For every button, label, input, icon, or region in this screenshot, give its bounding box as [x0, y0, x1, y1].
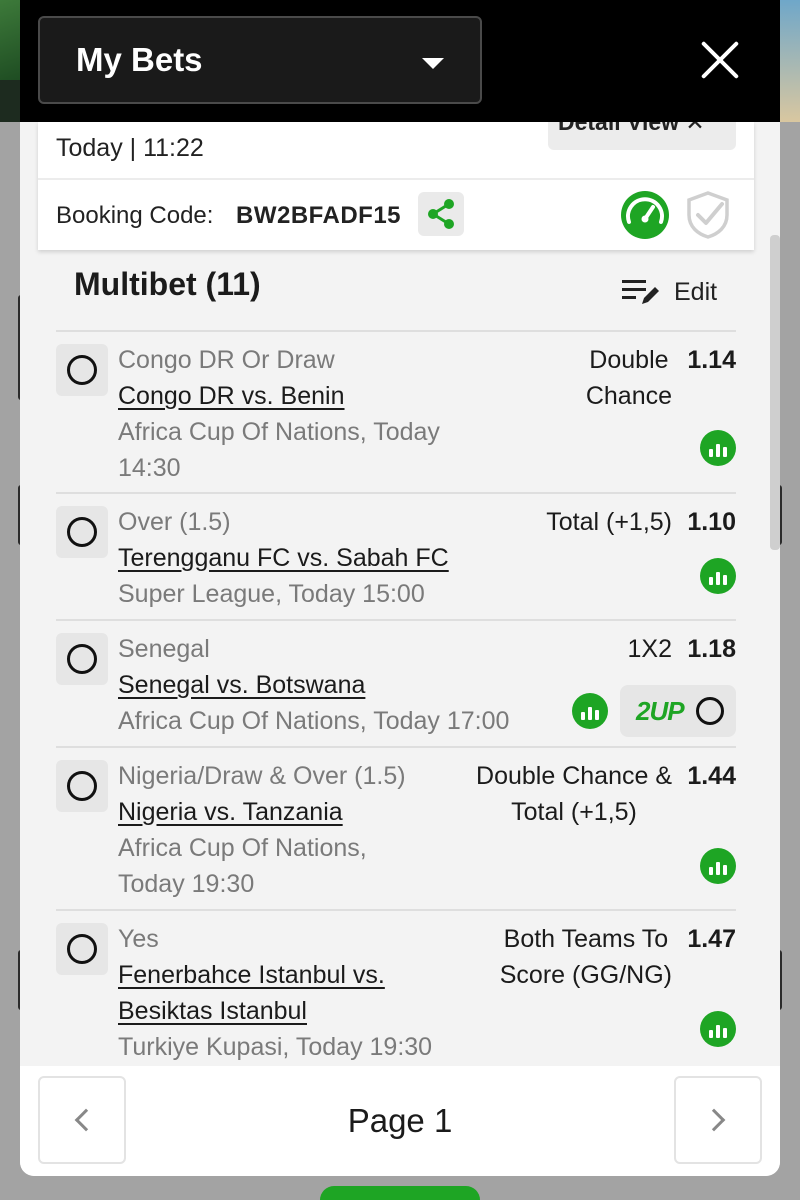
chevron-right-icon [702, 1108, 726, 1132]
bet-match-link[interactable]: Terengganu FC vs. Sabah FC [118, 540, 449, 576]
stats-icon[interactable] [700, 558, 736, 594]
share-button[interactable] [418, 192, 464, 236]
bet-match-link[interactable]: Congo DR vs. Benin [118, 378, 440, 414]
bet-time: 14:30 [118, 454, 181, 482]
bet-pick: Over (1.5) [118, 508, 231, 536]
ticket-date: Today | 11:22 [56, 134, 204, 162]
radio-icon[interactable] [56, 344, 108, 396]
close-icon[interactable] [698, 38, 742, 82]
dropdown-selected-value: My Bets [76, 41, 203, 78]
bet-competition: Turkiye Kupasi, Today 19:30 [118, 1033, 433, 1061]
bet-match-link[interactable]: Fenerbahce Istanbul vs. [118, 957, 432, 993]
stats-icon[interactable] [700, 430, 736, 466]
bet-details: Nigeria/Draw & Over (1.5) Nigeria vs. Ta… [118, 758, 406, 902]
bet-market-line: Score (GG/NG) [499, 961, 672, 989]
bet-competition: Africa Cup Of Nations, [118, 834, 367, 862]
bet-list: Congo DR Or Draw Congo DR vs. Benin Afri… [56, 330, 736, 1066]
bet-market-line: Chance [585, 382, 672, 410]
divider [38, 178, 754, 180]
bet-selection: Over (1.5) Terengganu FC vs. Sabah FC Su… [56, 492, 736, 619]
bet-match-link[interactable]: Senegal vs. Botswana [118, 667, 509, 703]
bet-pick: Senegal [118, 635, 210, 663]
bet-market-line: Double [589, 346, 669, 374]
multibet-title: Multibet (11) [74, 266, 261, 302]
bet-pick: Yes [118, 925, 159, 953]
bet-details: Senegal Senegal vs. Botswana Africa Cup … [118, 631, 509, 739]
booking-code-label: Booking Code: [56, 202, 214, 229]
bet-match-link[interactable]: Nigeria vs. Tanzania [118, 794, 406, 830]
radio-icon[interactable] [56, 633, 108, 685]
stats-icon[interactable] [700, 848, 736, 884]
bet-market: Both Teams To Score (GG/NG) [500, 921, 672, 993]
detail-view-button[interactable]: Detail View ✕ [548, 122, 736, 150]
modal-header: My Bets [20, 0, 780, 122]
ticket-info-card: Detail View ✕ Today | 11:22 Booking Code… [38, 122, 754, 250]
pagination: Page 1 [20, 1066, 780, 1176]
radio-icon[interactable] [56, 923, 108, 975]
shield-check-icon[interactable] [684, 190, 732, 240]
background-image-right [778, 0, 800, 122]
chevron-down-icon [422, 58, 444, 69]
edit-button[interactable]: Edit [622, 272, 717, 312]
edit-list-icon [622, 280, 659, 304]
bet-market: Double Chance & Total (+1,5) [476, 758, 672, 830]
bet-details: Yes Fenerbahce Istanbul vs. Besiktas Ist… [118, 921, 432, 1065]
booking-code-value: BW2BFADF15 [236, 202, 402, 229]
page-indicator: Page 1 [347, 1102, 453, 1139]
stats-icon[interactable] [572, 693, 608, 729]
bet-odds: 1.47 [687, 925, 736, 953]
bet-odds: 1.10 [687, 508, 736, 536]
bet-competition: Super League, Today 15:00 [118, 580, 425, 608]
bet-details: Congo DR Or Draw Congo DR vs. Benin Afri… [118, 342, 440, 486]
bet-pick: Congo DR Or Draw [118, 346, 335, 374]
gauge-icon[interactable] [620, 190, 670, 240]
radio-icon[interactable] [56, 760, 108, 812]
ticket-content: Detail View ✕ Today | 11:22 Booking Code… [20, 122, 780, 1066]
bet-pick: Nigeria/Draw & Over (1.5) [118, 762, 406, 790]
radio-icon[interactable] [56, 506, 108, 558]
bet-details: Over (1.5) Terengganu FC vs. Sabah FC Su… [118, 504, 449, 612]
share-icon [428, 199, 454, 229]
bet-market-line: Double Chance & [476, 762, 672, 790]
bet-market: 1X2 [627, 635, 672, 663]
bet-competition: Africa Cup Of Nations, Today 17:00 [118, 707, 510, 735]
bet-odds: 1.18 [687, 635, 736, 663]
bet-market: Total (+1,5) [546, 508, 672, 536]
bet-odds: 1.44 [687, 762, 736, 790]
bet-match-link[interactable]: Besiktas Istanbul [118, 993, 432, 1029]
scrollbar[interactable] [770, 235, 780, 550]
stats-icon[interactable] [700, 1011, 736, 1047]
bet-selection: Yes Fenerbahce Istanbul vs. Besiktas Ist… [56, 909, 736, 1066]
bet-market: Double Chance [586, 342, 672, 414]
bet-selection: Nigeria/Draw & Over (1.5) Nigeria vs. Ta… [56, 746, 736, 909]
bet-time: Today 19:30 [118, 870, 255, 898]
two-up-label: 2UP [636, 696, 685, 726]
next-page-button[interactable] [674, 1076, 762, 1164]
bet-selection: Congo DR Or Draw Congo DR vs. Benin Afri… [56, 330, 736, 492]
background-button [320, 1186, 480, 1200]
bets-type-dropdown[interactable]: My Bets [38, 16, 482, 104]
bet-competition: Africa Cup Of Nations, Today [118, 418, 440, 446]
edit-label: Edit [674, 277, 718, 306]
two-up-toggle[interactable]: 2UP [620, 685, 736, 737]
my-bets-modal: My Bets Detail View ✕ Today | 11:22 Book… [20, 0, 780, 1176]
bet-market-line: Both Teams To [503, 925, 669, 953]
bet-selection: Senegal Senegal vs. Botswana Africa Cup … [56, 619, 736, 746]
radio-icon [696, 697, 724, 725]
bet-odds: 1.14 [687, 346, 736, 374]
bet-market-line: Total (+1,5) [511, 798, 637, 826]
